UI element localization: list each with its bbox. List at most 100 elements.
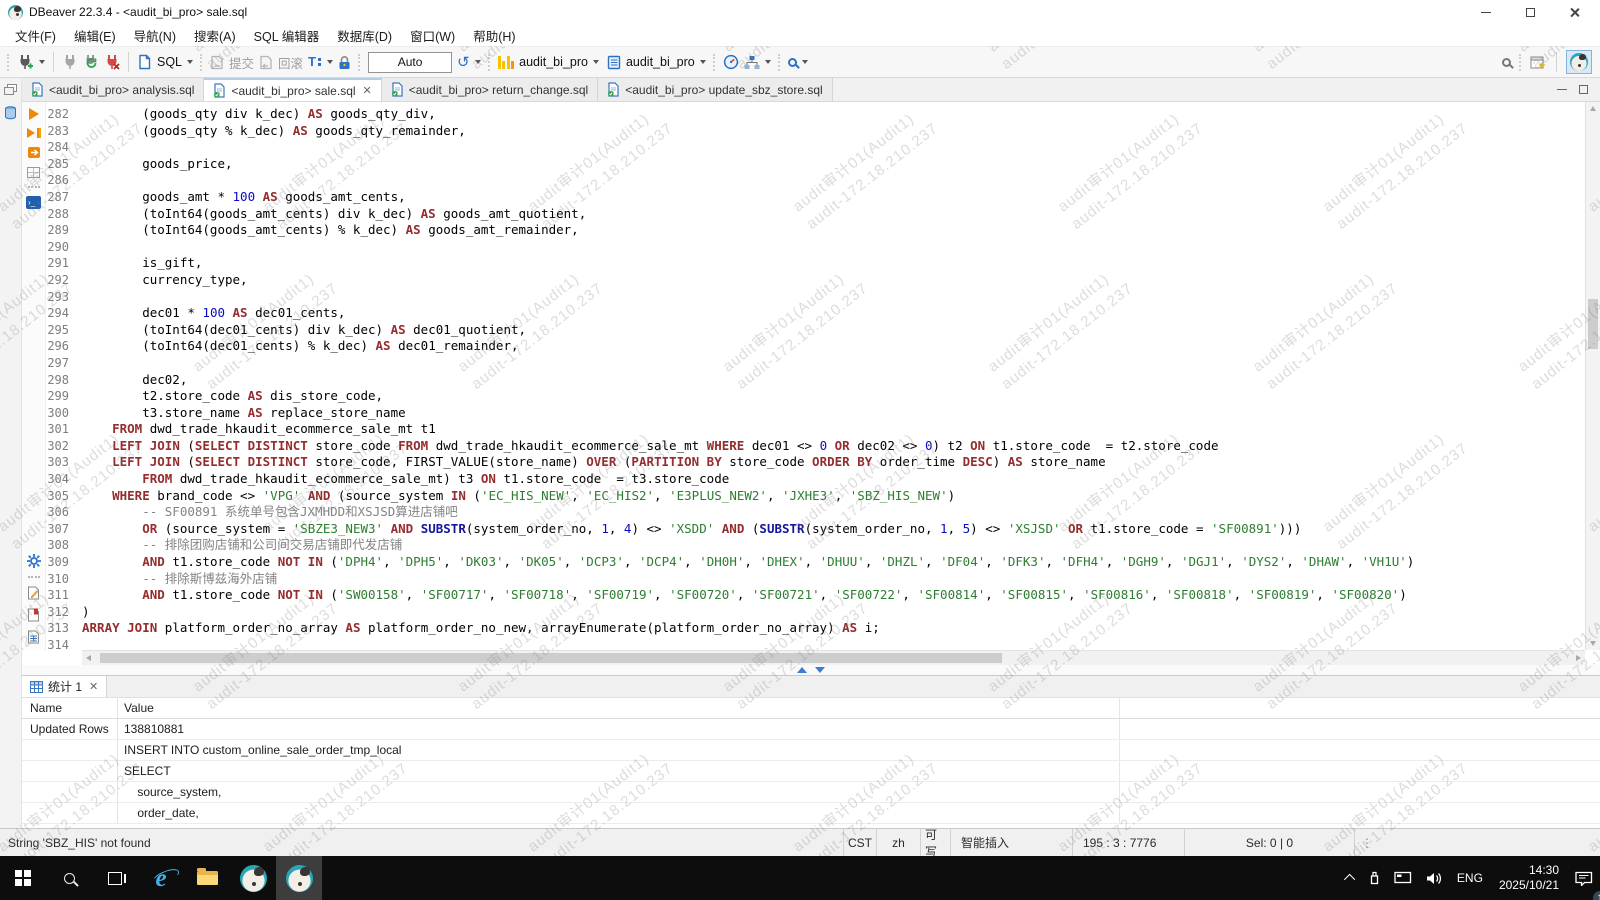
dbeaver-taskbar-button-active[interactable] bbox=[276, 856, 322, 900]
stats-value-cell: 138810881 bbox=[118, 719, 1120, 739]
transaction-mode-icon[interactable] bbox=[308, 55, 322, 69]
stats-tab[interactable]: 统计 1 bbox=[22, 676, 107, 697]
maximize-editor-icon[interactable] bbox=[797, 667, 807, 673]
editor-tab[interactable]: <audit_bi_pro> sale.sql bbox=[204, 78, 381, 101]
menu-item[interactable]: 编辑(E) bbox=[65, 24, 125, 47]
database-navigator-icon[interactable] bbox=[4, 106, 17, 120]
vertical-scrollbar[interactable] bbox=[1585, 102, 1600, 650]
network-display-icon[interactable] bbox=[1387, 856, 1419, 900]
connection-type-icon[interactable] bbox=[498, 56, 515, 69]
editor-tab[interactable]: <audit_bi_pro> update_sbz_store.sql bbox=[598, 78, 832, 101]
title-bar: DBeaver 22.3.4 - <audit_bi_pro> sale.sql bbox=[0, 0, 1600, 24]
execute-statement-icon[interactable] bbox=[29, 108, 39, 120]
sql-editor[interactable]: 282 (goods_qty div k_dec) AS goods_qty_d… bbox=[22, 102, 1600, 650]
execute-script-icon[interactable] bbox=[27, 128, 41, 138]
menu-item[interactable]: 导航(N) bbox=[125, 24, 185, 47]
menu-item[interactable]: SQL 编辑器 bbox=[245, 24, 329, 47]
restore-views-icon[interactable] bbox=[4, 84, 17, 96]
quick-access-search-icon[interactable] bbox=[1502, 58, 1511, 67]
stats-tab-close-icon[interactable] bbox=[89, 680, 98, 693]
code-view[interactable]: 282 (goods_qty div k_dec) AS goods_qty_d… bbox=[46, 102, 1600, 650]
schema-dropdown[interactable] bbox=[700, 60, 706, 64]
editor-results-splitter[interactable] bbox=[22, 665, 1600, 675]
scroll-up-arrow[interactable] bbox=[1590, 106, 1596, 111]
dbeaver-perspective-button[interactable] bbox=[1566, 50, 1592, 74]
history-dropdown[interactable] bbox=[475, 60, 481, 64]
file-grid-icon[interactable] bbox=[27, 630, 40, 644]
history-icon[interactable] bbox=[457, 55, 470, 70]
minimize-view-icon[interactable] bbox=[1557, 89, 1567, 90]
code-line: 310 -- 排除斯博兹海外店铺 bbox=[46, 571, 1600, 588]
reconnect-icon[interactable] bbox=[83, 54, 99, 70]
stats-row[interactable]: Updated Rows 138810881 bbox=[22, 719, 1600, 740]
code-token: 'SF00722' bbox=[835, 587, 903, 602]
taskbar-search-button[interactable] bbox=[46, 856, 92, 900]
search-dropdown[interactable] bbox=[802, 60, 808, 64]
sql-script-icon[interactable] bbox=[137, 54, 152, 70]
vertical-scroll-thumb[interactable] bbox=[1588, 299, 1598, 348]
maximize-view-icon[interactable] bbox=[1579, 85, 1588, 94]
settings-gear-icon[interactable] bbox=[27, 554, 41, 568]
horizontal-scroll-thumb[interactable] bbox=[100, 653, 1002, 663]
menu-item[interactable]: 文件(F) bbox=[6, 24, 65, 47]
language-indicator[interactable]: ENG bbox=[1450, 856, 1490, 900]
usb-device-icon[interactable] bbox=[1362, 856, 1387, 900]
stats-name-header[interactable]: Name bbox=[22, 698, 118, 718]
explain-plan-icon[interactable] bbox=[27, 146, 41, 159]
new-connection-icon[interactable] bbox=[17, 54, 34, 70]
stats-row[interactable]: INSERT INTO custom_online_sale_order_tmp… bbox=[22, 740, 1600, 761]
scroll-down-arrow[interactable] bbox=[1590, 641, 1596, 646]
connection-dropdown[interactable] bbox=[593, 60, 599, 64]
task-view-button[interactable] bbox=[92, 856, 138, 900]
tx-mode-combo[interactable]: Auto bbox=[368, 52, 452, 73]
er-dropdown[interactable] bbox=[765, 60, 771, 64]
sql-button-label[interactable]: SQL bbox=[157, 55, 182, 69]
commit-button: 提交 bbox=[229, 53, 254, 72]
dbeaver-taskbar-button[interactable] bbox=[230, 856, 276, 900]
file-explorer-button[interactable] bbox=[184, 856, 230, 900]
tab-close-icon[interactable] bbox=[363, 84, 372, 97]
start-button[interactable] bbox=[0, 856, 46, 900]
new-connection-dropdown[interactable] bbox=[39, 60, 45, 64]
schema-selector[interactable]: audit_bi_pro bbox=[626, 55, 695, 69]
er-diagram-icon[interactable] bbox=[744, 55, 760, 70]
scroll-right-arrow[interactable] bbox=[1576, 655, 1581, 661]
stats-value-header[interactable]: Value bbox=[118, 698, 1120, 718]
connect-icon[interactable] bbox=[62, 54, 78, 70]
edit-file-icon[interactable] bbox=[27, 586, 40, 600]
result-grid-icon[interactable] bbox=[27, 167, 40, 178]
open-perspective-icon[interactable] bbox=[1530, 55, 1547, 70]
stats-row[interactable]: source_system, bbox=[22, 782, 1600, 803]
dashboard-gauge-icon[interactable] bbox=[723, 54, 739, 70]
disconnect-icon[interactable] bbox=[104, 54, 120, 70]
line-number: 290 bbox=[46, 239, 82, 256]
menu-item[interactable]: 数据库(D) bbox=[328, 24, 401, 47]
search-icon[interactable] bbox=[788, 58, 797, 67]
menu-item[interactable]: 帮助(H) bbox=[464, 24, 524, 47]
show-hidden-icons-button[interactable] bbox=[1340, 856, 1362, 900]
stats-row[interactable]: SELECT bbox=[22, 761, 1600, 782]
code-token: (toInt64(goods_amt_cents) div k_dec) bbox=[82, 206, 421, 221]
menu-item[interactable]: 搜索(A) bbox=[185, 24, 245, 47]
volume-icon[interactable] bbox=[1419, 856, 1450, 900]
minimize-button[interactable] bbox=[1464, 1, 1508, 23]
close-button[interactable] bbox=[1552, 1, 1596, 23]
horizontal-scrollbar[interactable] bbox=[82, 650, 1585, 665]
editor-tab[interactable]: <audit_bi_pro> analysis.sql bbox=[22, 78, 204, 101]
maximize-button[interactable] bbox=[1508, 1, 1552, 23]
internet-explorer-button[interactable] bbox=[138, 856, 184, 900]
menu-item[interactable]: 窗口(W) bbox=[401, 24, 464, 47]
bookmark-file-icon[interactable] bbox=[27, 608, 40, 622]
lock-icon[interactable] bbox=[338, 55, 351, 70]
sql-dropdown[interactable] bbox=[187, 60, 193, 64]
connection-selector[interactable]: audit_bi_pro bbox=[519, 55, 588, 69]
editor-tab[interactable]: <audit_bi_pro> return_change.sql bbox=[382, 78, 598, 101]
transaction-dropdown[interactable] bbox=[327, 60, 333, 64]
schema-doc-icon[interactable] bbox=[607, 55, 621, 70]
stats-row[interactable]: order_date, bbox=[22, 803, 1600, 824]
maximize-results-icon[interactable] bbox=[815, 667, 825, 673]
clock[interactable]: 14:30 2025/10/21 bbox=[1490, 863, 1568, 893]
scroll-left-arrow[interactable] bbox=[86, 655, 91, 661]
console-icon[interactable] bbox=[26, 196, 41, 209]
notification-center-button[interactable]: 1 bbox=[1568, 856, 1600, 900]
